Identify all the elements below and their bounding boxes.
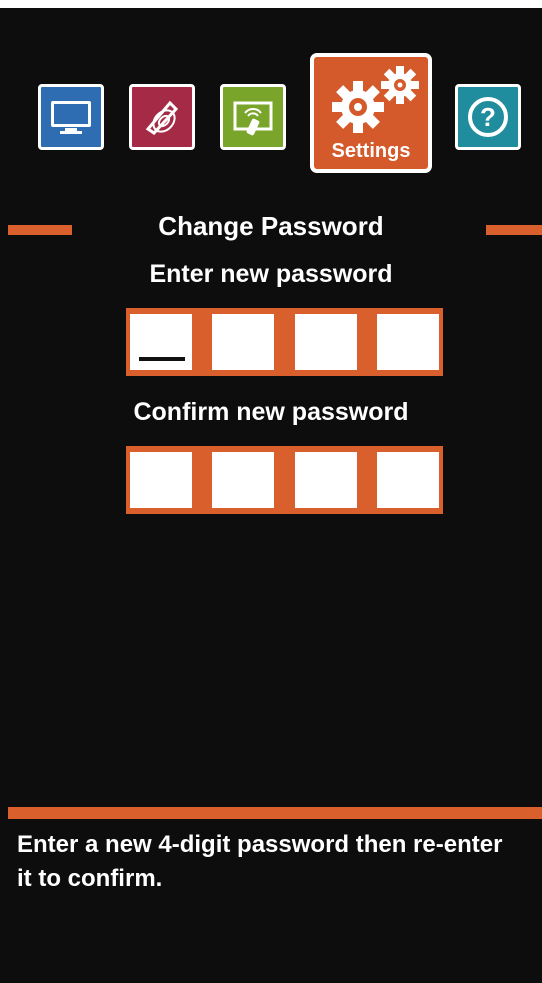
footer-divider [8,807,542,819]
monitor-icon [51,101,91,134]
display-menu-tile[interactable] [38,84,104,150]
page-title: Change Password [158,211,384,241]
new-password-digit-1[interactable] [130,314,192,370]
help-menu-tile[interactable]: ? [455,84,521,150]
help-icon: ? [468,97,508,137]
new-password-input [126,308,443,376]
settings-menu-tile[interactable]: Settings [310,53,432,173]
svg-text:?: ? [480,102,496,132]
settings-screen: Settings ? Change Password Enter new pas… [0,0,542,983]
confirm-password-digit-2[interactable] [212,452,275,508]
enter-password-label: Enter new password [149,260,393,288]
speaker-icon [145,100,179,135]
remote-menu-tile[interactable] [220,84,286,150]
confirm-password-digit-4[interactable] [376,452,439,508]
remote-icon [233,101,273,136]
top-edge [0,0,542,8]
settings-tile-label: Settings [331,140,411,162]
confirm-password-input [126,446,443,514]
help-text: Enter a new 4-digit password then re-ent… [17,831,503,892]
confirm-password-digit-1[interactable] [130,452,192,508]
input-cursor [139,357,185,361]
confirm-password-digit-3[interactable] [294,452,357,508]
new-password-digit-4[interactable] [376,314,439,370]
audio-menu-tile[interactable] [129,84,195,150]
new-password-digit-2[interactable] [212,314,275,370]
gears-icon [332,66,419,133]
new-password-digit-3[interactable] [294,314,357,370]
confirm-password-label: Confirm new password [133,398,409,426]
